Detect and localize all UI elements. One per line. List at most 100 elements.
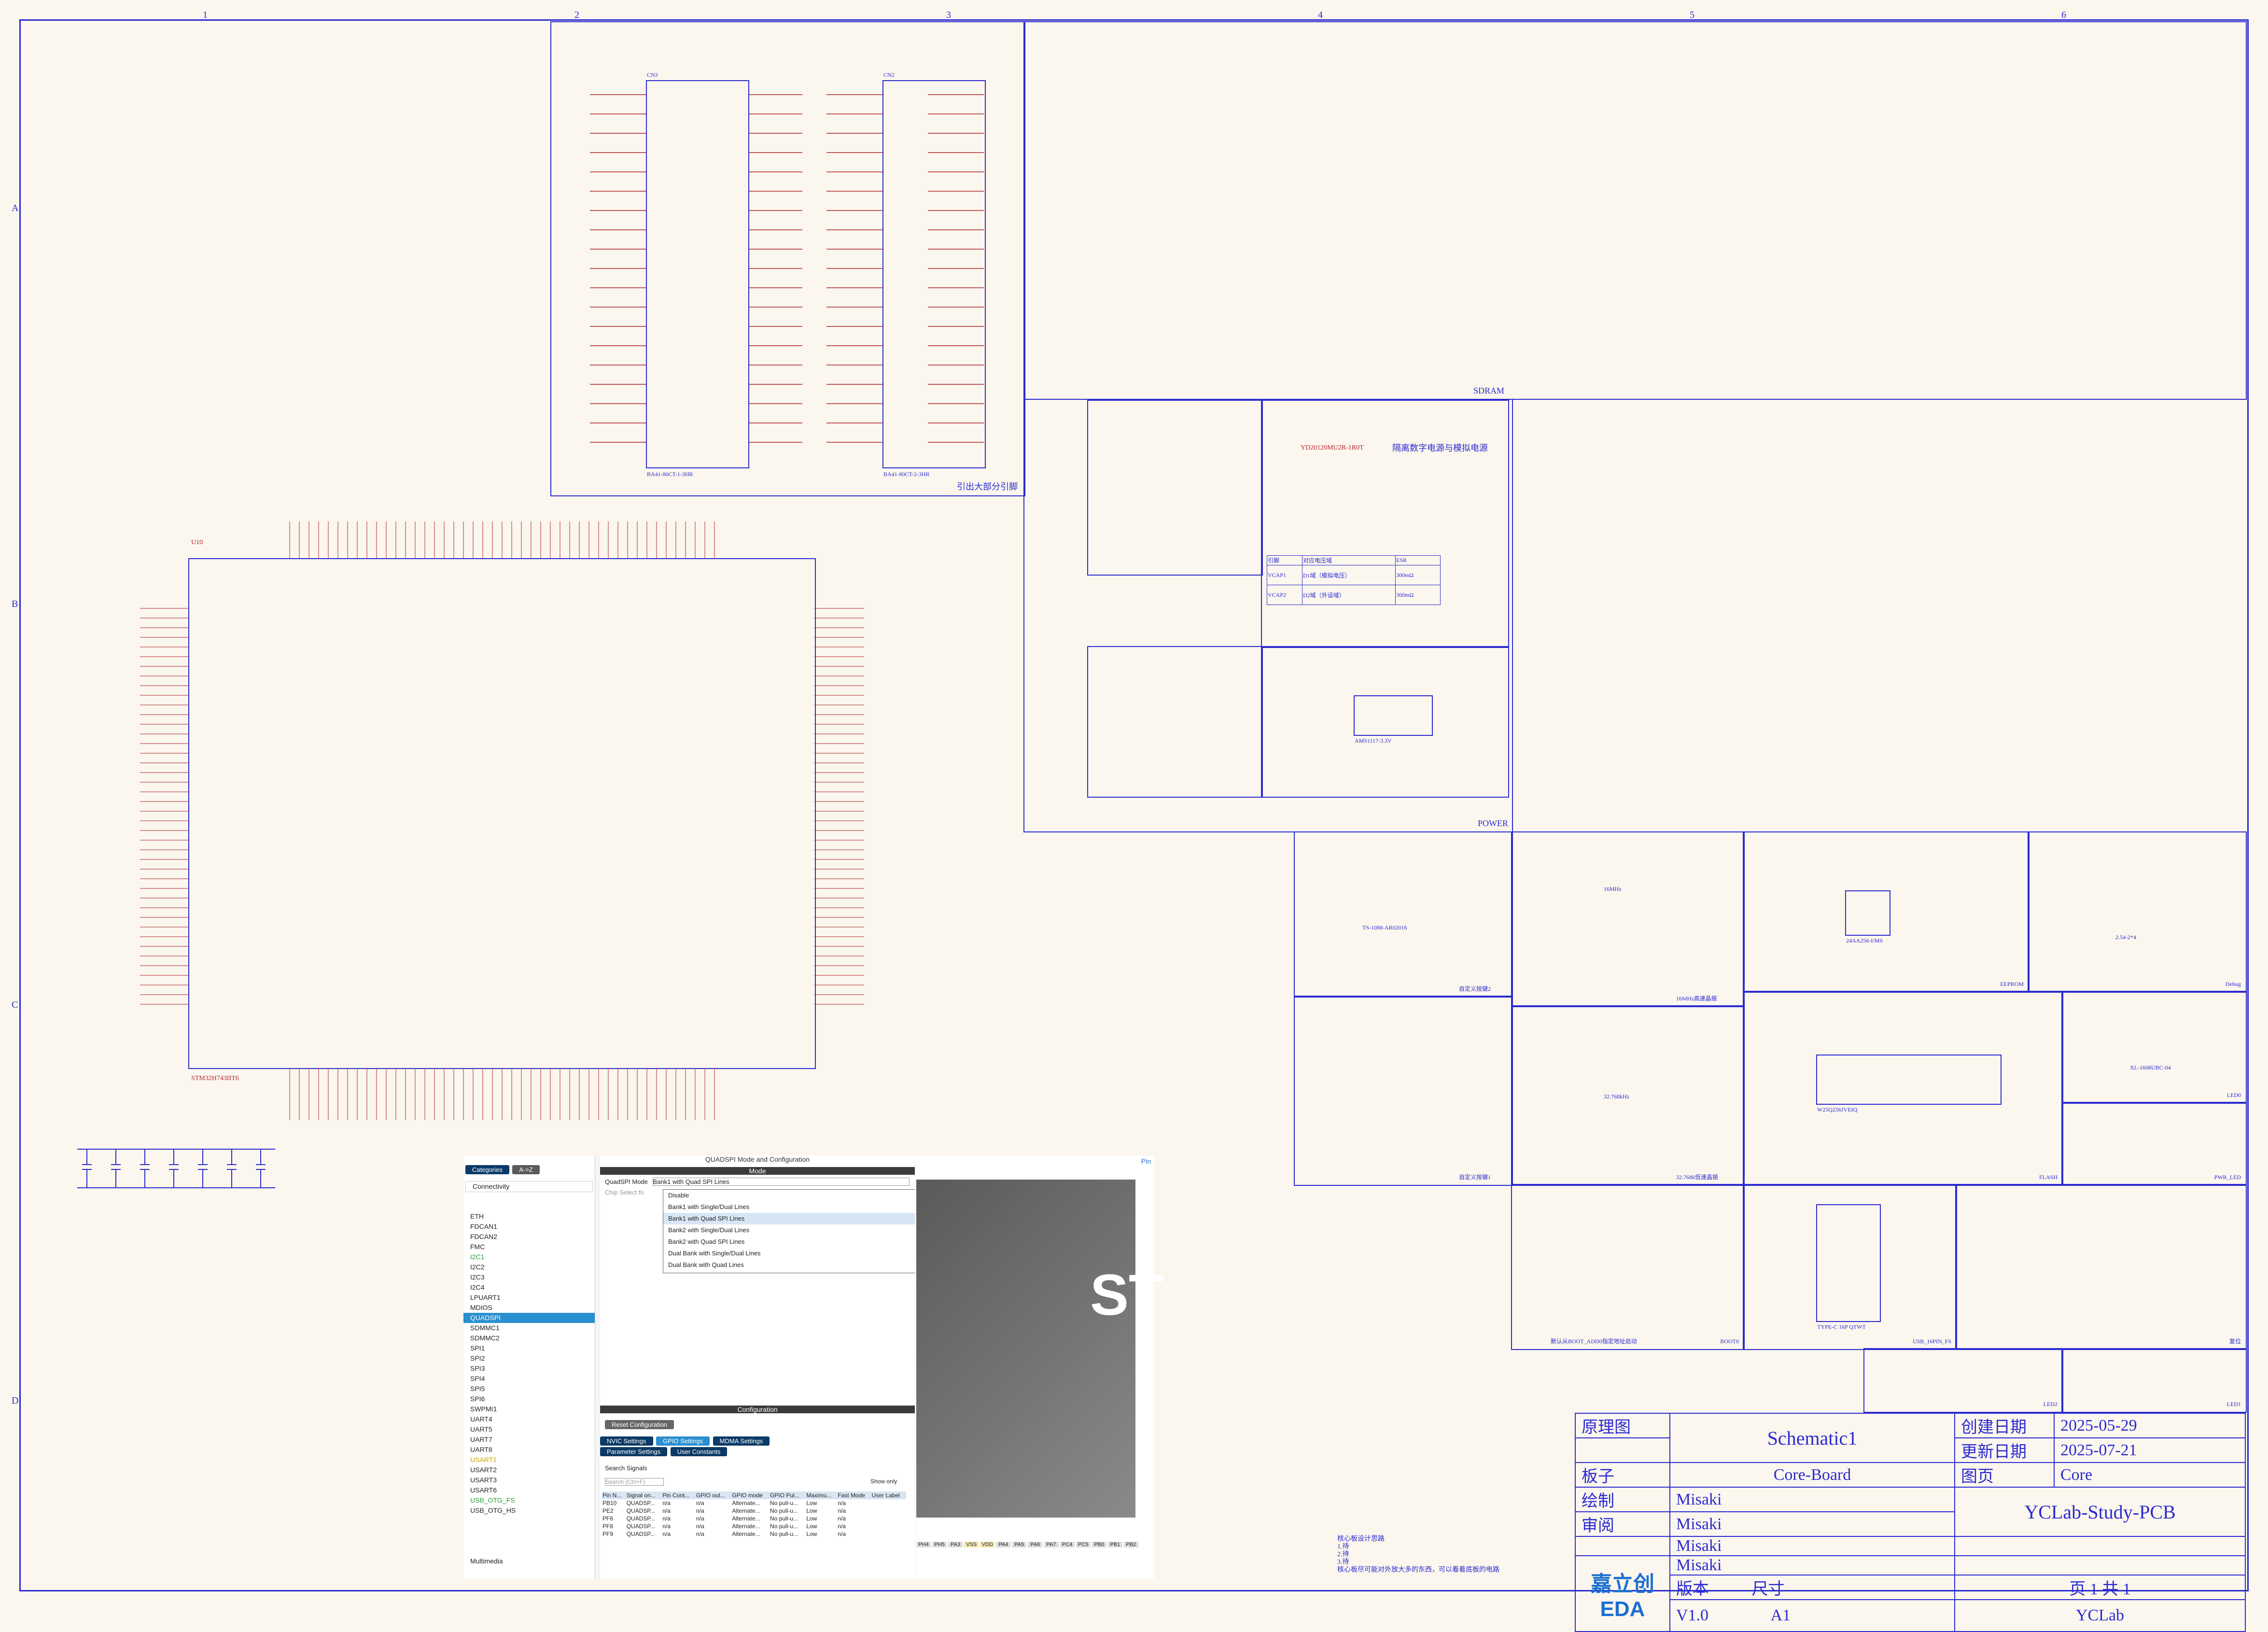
- peripheral-item[interactable]: UART7: [463, 1435, 595, 1445]
- peripheral-item[interactable]: SDMMC1: [463, 1323, 595, 1333]
- chip-logo: ST: [1090, 1263, 1164, 1327]
- peripheral-item[interactable]: SPI5: [463, 1384, 595, 1394]
- note-line: 2.待: [1337, 1551, 1349, 1558]
- flash-part: W25Q256JVEIQ: [1817, 1106, 1858, 1113]
- debug-part: 2.54-2*4: [2115, 934, 2136, 941]
- tb-label: 图页: [1954, 1462, 2055, 1488]
- power-ports-box: [1087, 400, 1263, 576]
- mode-label: QuadSPI Mode: [605, 1178, 648, 1185]
- chip-pin[interactable]: PA3: [948, 1542, 963, 1548]
- mode-option[interactable]: Dual Bank with Quad Lines: [663, 1259, 919, 1271]
- debug-label: Debug: [2226, 981, 2241, 987]
- sdram-note: 引出大部分引脚: [957, 482, 1018, 492]
- peripheral-item[interactable]: FDCAN2: [463, 1232, 595, 1242]
- chip-pin[interactable]: VDD: [980, 1542, 995, 1548]
- categories-tab[interactable]: Categories: [465, 1165, 509, 1174]
- peripheral-item[interactable]: USB_OTG_FS: [463, 1495, 595, 1505]
- chip-pin[interactable]: PC5: [1076, 1542, 1091, 1548]
- chip-pin[interactable]: PB1: [1107, 1542, 1122, 1548]
- tab-nvic-settings[interactable]: NVIC Settings: [600, 1436, 653, 1446]
- peripheral-item[interactable]: SWPMI1: [463, 1404, 595, 1414]
- table-row[interactable]: PF6 QUADSP... n/a n/a Alternate... No pu…: [602, 1515, 906, 1522]
- peripheral-item[interactable]: USART6: [463, 1485, 595, 1495]
- search-signals-input[interactable]: Search (Ctrl+F): [605, 1478, 664, 1486]
- chip-pin[interactable]: PB2: [1123, 1542, 1138, 1548]
- reset-configuration-button[interactable]: Reset Configuration: [605, 1420, 674, 1429]
- flash-label: FLASH: [2039, 1174, 2058, 1181]
- gpio-cell: No pull-u...: [770, 1523, 798, 1530]
- mode-option[interactable]: Dual Bank with Single/Dual Lines: [663, 1248, 919, 1259]
- peripheral-item[interactable]: USART3: [463, 1475, 595, 1485]
- peripheral-item[interactable]: FDCAN1: [463, 1222, 595, 1232]
- tab-user-constants[interactable]: User Constants: [670, 1447, 728, 1456]
- gpio-cell: [871, 1499, 906, 1507]
- gpio-cell: Low: [806, 1531, 817, 1537]
- show-only-checkbox[interactable]: Show only: [870, 1478, 897, 1485]
- note-line: 核心板尽可能对外放大多的东西，可以看着底板的电路: [1337, 1566, 1499, 1574]
- peripheral-item[interactable]: SPI2: [463, 1353, 595, 1364]
- mode-option[interactable]: Bank1 with Single/Dual Lines: [663, 1201, 919, 1213]
- gpio-cell: [871, 1507, 906, 1515]
- mode-option[interactable]: Bank2 with Quad SPI Lines: [663, 1236, 919, 1248]
- mode-option[interactable]: Bank2 with Single/Dual Lines: [663, 1224, 919, 1236]
- peripheral-item[interactable]: SPI6: [463, 1394, 595, 1404]
- chip-pin[interactable]: PA4: [996, 1542, 1011, 1548]
- peripheral-item[interactable]: ETH: [463, 1211, 595, 1222]
- pinout-label[interactable]: Pin: [1141, 1157, 1151, 1165]
- peripheral-item[interactable]: USART1: [463, 1455, 595, 1465]
- tab-parameter-settings[interactable]: Parameter Settings: [600, 1447, 668, 1456]
- debug-block: Debug 2.54-2*4: [2028, 831, 2247, 993]
- mode-option-selected[interactable]: Bank1 with Quad SPI Lines: [663, 1213, 919, 1224]
- peripheral-item[interactable]: I2C4: [463, 1282, 595, 1293]
- reset-label: 复位: [2229, 1338, 2241, 1345]
- peripheral-item[interactable]: USART2: [463, 1465, 595, 1475]
- gpio-cell: n/a: [696, 1507, 704, 1514]
- usb-label: USB_16PIN_FS: [1912, 1338, 1951, 1345]
- peripheral-item[interactable]: SDMMC2: [463, 1333, 595, 1343]
- multimedia-group[interactable]: Multimedia: [463, 1556, 503, 1566]
- chip-pin[interactable]: PH5: [932, 1542, 947, 1548]
- peripheral-item[interactable]: MDIOS: [463, 1303, 595, 1313]
- chip-pin[interactable]: PC4: [1060, 1542, 1075, 1548]
- chip-pin[interactable]: PH4: [916, 1542, 931, 1548]
- gpio-cell: Alternate...: [732, 1515, 760, 1522]
- quadspi-config: QUADSPI Mode and Configuration Mode Quad…: [600, 1155, 920, 1579]
- peripheral-item-quadspi[interactable]: QUADSPI: [463, 1313, 595, 1323]
- cn3-label: CN3: [647, 71, 658, 78]
- peripheral-item[interactable]: USB_OTG_HS: [463, 1505, 595, 1516]
- peripheral-item[interactable]: I2C3: [463, 1272, 595, 1282]
- peripheral-item[interactable]: UART8: [463, 1445, 595, 1455]
- peripheral-item[interactable]: I2C2: [463, 1262, 595, 1272]
- table-row[interactable]: PF8 QUADSP... n/a n/a Alternate... No pu…: [602, 1522, 906, 1530]
- table-row[interactable]: PB10 QUADSP... n/a n/a Alternate... No p…: [602, 1499, 906, 1507]
- table-row[interactable]: PE2 QUADSP... n/a n/a Alternate... No pu…: [602, 1507, 906, 1515]
- chip-pin[interactable]: PA6: [1028, 1542, 1043, 1548]
- boot-note: 默认从BOOT_ADD0指定地址启动: [1551, 1338, 1637, 1345]
- az-tab[interactable]: A->Z: [512, 1165, 540, 1174]
- chip-pin[interactable]: PA5: [1012, 1542, 1027, 1548]
- mode-select[interactable]: Bank1 with Quad SPI Lines: [652, 1178, 910, 1186]
- chip-pin[interactable]: VSS: [964, 1542, 979, 1548]
- peripheral-item[interactable]: UART5: [463, 1424, 595, 1435]
- gpio-cell: n/a: [662, 1523, 671, 1530]
- peripheral-item[interactable]: I2C1: [463, 1252, 595, 1262]
- table-row[interactable]: PF9 QUADSP... n/a n/a Alternate... No pu…: [602, 1530, 906, 1538]
- chip-pin[interactable]: PA7: [1044, 1542, 1059, 1548]
- tab-gpio-settings[interactable]: GPIO Settings: [656, 1436, 710, 1446]
- gpio-cell: n/a: [838, 1531, 846, 1537]
- connectivity-group[interactable]: Connectivity: [465, 1181, 593, 1192]
- peripheral-item[interactable]: SPI3: [463, 1364, 595, 1374]
- peripheral-item[interactable]: UART4: [463, 1414, 595, 1424]
- chip-pin[interactable]: PB0: [1092, 1542, 1106, 1548]
- eeprom-block: EEPROM 24AA256-I/MS: [1743, 831, 2030, 993]
- peripheral-item[interactable]: FMC: [463, 1242, 595, 1252]
- tab-mdma-settings[interactable]: MDMA Settings: [713, 1436, 770, 1446]
- mode-dropdown[interactable]: Disable Bank1 with Single/Dual Lines Ban…: [663, 1189, 920, 1273]
- gpio-col: GPIO Pul...: [770, 1492, 799, 1499]
- tb-label: 尺寸: [1751, 1580, 1785, 1598]
- peripheral-item[interactable]: SPI1: [463, 1343, 595, 1353]
- peripheral-item[interactable]: LPUART1: [463, 1293, 595, 1303]
- mode-option[interactable]: Disable: [663, 1190, 919, 1201]
- lse-label: 32.768k低速晶振: [1676, 1174, 1719, 1181]
- peripheral-item[interactable]: SPI4: [463, 1374, 595, 1384]
